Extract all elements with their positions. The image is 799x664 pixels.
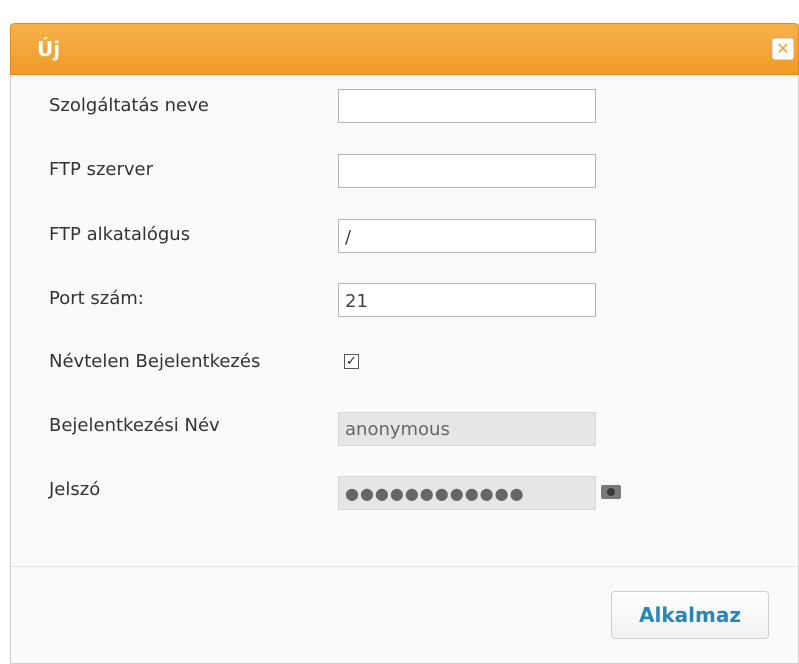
ftp-subdir-input[interactable]: [338, 219, 596, 253]
password-label: Jelszó: [49, 479, 101, 500]
login-name-label: Bejelentkezési Név: [49, 415, 220, 436]
close-icon[interactable]: ✕: [772, 38, 794, 60]
password-input: ●●●●●●●●●●●●: [338, 476, 596, 510]
anonymous-login-label: Névtelen Bejelentkezés: [49, 351, 261, 372]
service-name-label: Szolgáltatás neve: [49, 95, 209, 116]
eye-icon[interactable]: [601, 485, 621, 499]
new-ftp-dialog: Új ✕ Szolgáltatás neve FTP szerver FTP a…: [10, 23, 799, 664]
service-name-input[interactable]: [338, 89, 596, 123]
port-input[interactable]: [338, 283, 596, 317]
apply-button[interactable]: Alkalmaz: [611, 591, 769, 639]
anonymous-login-checkbox[interactable]: ✓: [344, 354, 359, 369]
ftp-subdir-label: FTP alkatalógus: [49, 224, 191, 245]
login-name-input: anonymous: [338, 412, 596, 446]
ftp-server-input[interactable]: [338, 154, 596, 188]
dialog-title: Új: [37, 37, 61, 61]
dialog-title-bar: Új ✕: [10, 23, 799, 75]
footer-divider: [11, 566, 798, 567]
port-label: Port szám:: [49, 288, 144, 309]
ftp-server-label: FTP szerver: [49, 159, 154, 180]
